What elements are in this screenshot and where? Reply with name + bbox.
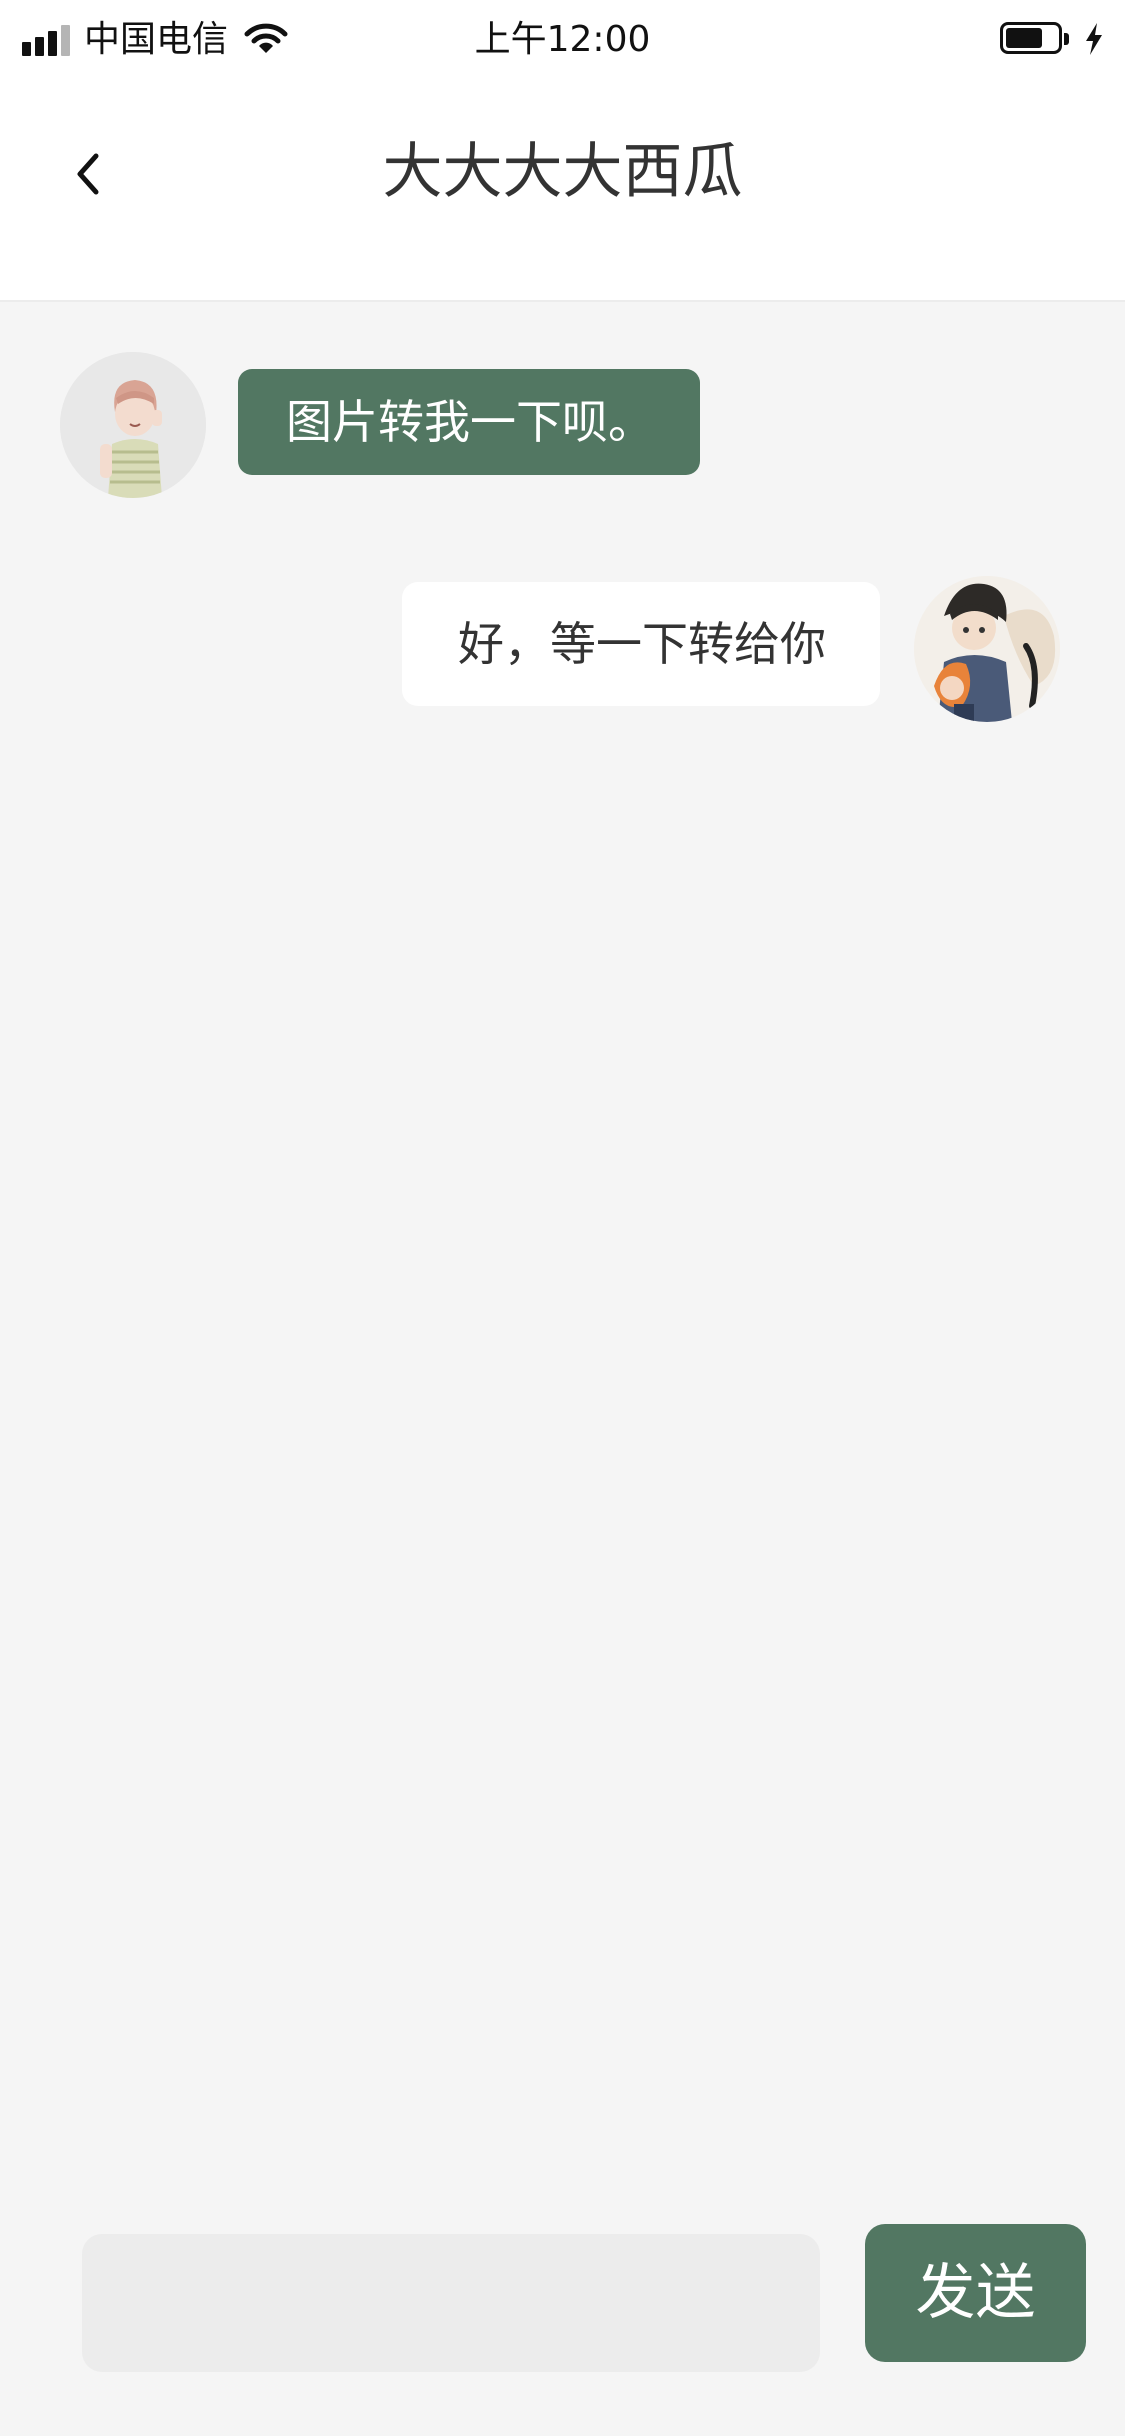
- battery-icon: [1000, 22, 1069, 58]
- status-bar: 中国电信 上午12:00: [0, 0, 1125, 80]
- send-button[interactable]: 发送: [865, 2224, 1086, 2362]
- navigation-bar: 大大大大西瓜: [0, 80, 1125, 302]
- status-time: 上午12:00: [474, 19, 651, 60]
- charging-bolt-icon: [1084, 22, 1104, 60]
- chat-title: 大大大大西瓜: [382, 137, 743, 207]
- message-bubble-incoming[interactable]: 图片转我一下呗。: [238, 369, 700, 475]
- user-avatar[interactable]: [914, 576, 1060, 722]
- message-input[interactable]: [82, 2234, 820, 2372]
- message-bubble-outgoing[interactable]: 好，等一下转给你: [402, 582, 880, 706]
- contact-avatar[interactable]: [60, 352, 206, 498]
- composer-bar: 发送: [0, 2200, 1125, 2436]
